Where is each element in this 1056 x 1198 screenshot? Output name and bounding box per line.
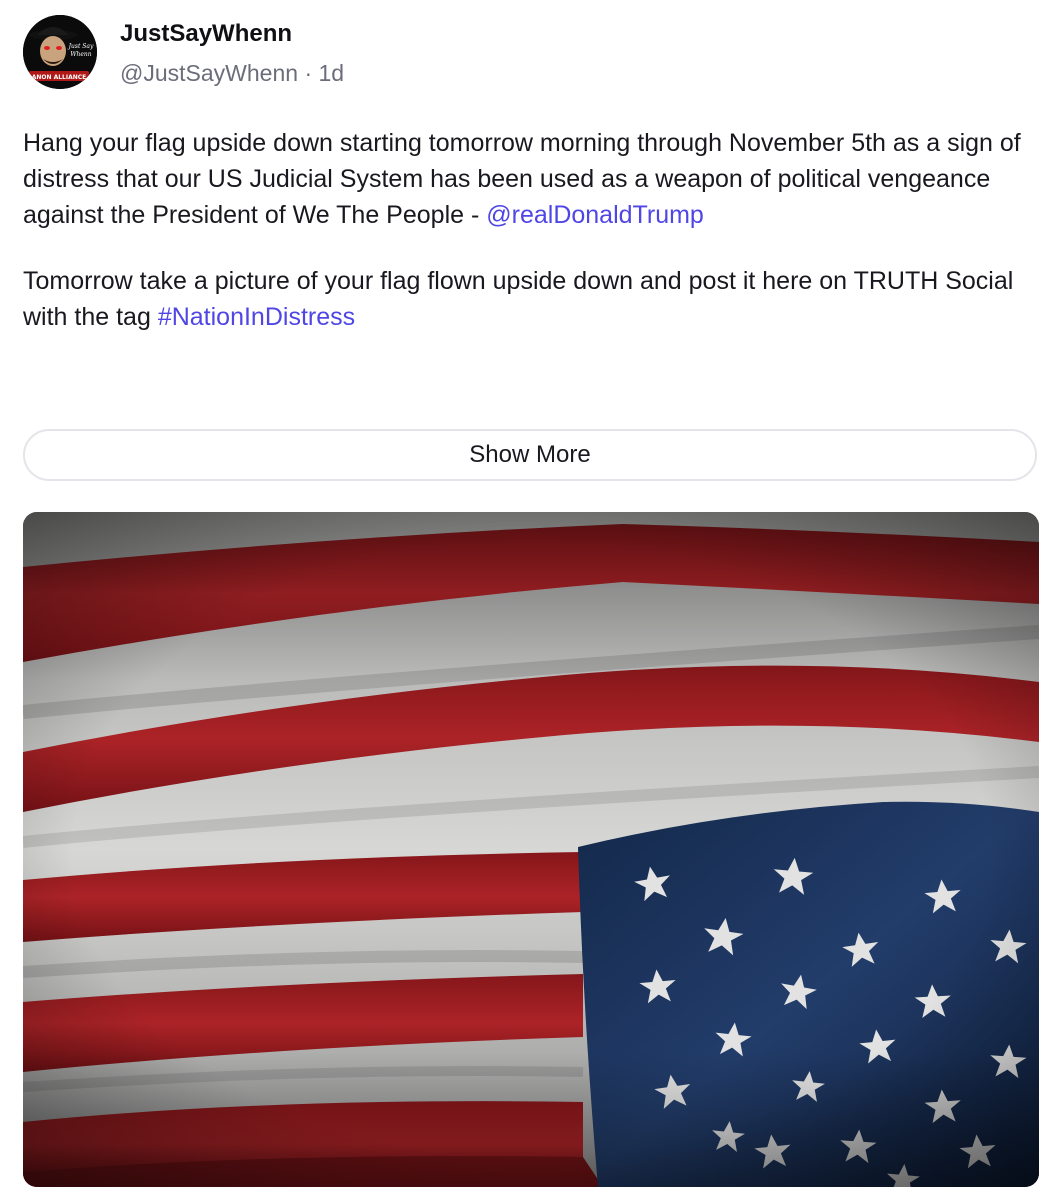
author-handle[interactable]: @JustSayWhenn — [120, 60, 298, 86]
post-paragraph-1: Hang your flag upside down starting tomo… — [23, 125, 1043, 233]
flag-image — [23, 512, 1039, 1187]
post-media-image[interactable] — [23, 512, 1039, 1187]
post-text: Hang your flag upside down starting tomo… — [23, 125, 1043, 335]
post-timestamp[interactable]: 1d — [319, 60, 345, 86]
author-meta: @JustSayWhenn · 1d — [120, 57, 344, 89]
avatar-banner-text: ANON ALLIANCE — [32, 74, 87, 81]
author-info: JustSayWhenn @JustSayWhenn · 1d — [120, 18, 344, 89]
post-card: ANON ALLIANCE Just Say Whenn JustSayWhen… — [0, 0, 1056, 1198]
show-more-button[interactable]: Show More — [23, 429, 1037, 481]
hashtag-link[interactable]: #NationInDistress — [158, 303, 355, 331]
author-avatar[interactable]: ANON ALLIANCE Just Say Whenn — [23, 15, 97, 89]
mention-link[interactable]: @realDonaldTrump — [486, 201, 704, 229]
avatar-script-top: Just Say — [67, 43, 94, 50]
avatar-script-mid: Whenn — [70, 51, 91, 58]
author-display-name[interactable]: JustSayWhenn — [120, 18, 344, 50]
avatar-image: ANON ALLIANCE Just Say Whenn — [23, 15, 97, 89]
meta-separator: · — [304, 60, 313, 86]
post-paragraph-2: Tomorrow take a picture of your flag flo… — [23, 263, 1043, 335]
